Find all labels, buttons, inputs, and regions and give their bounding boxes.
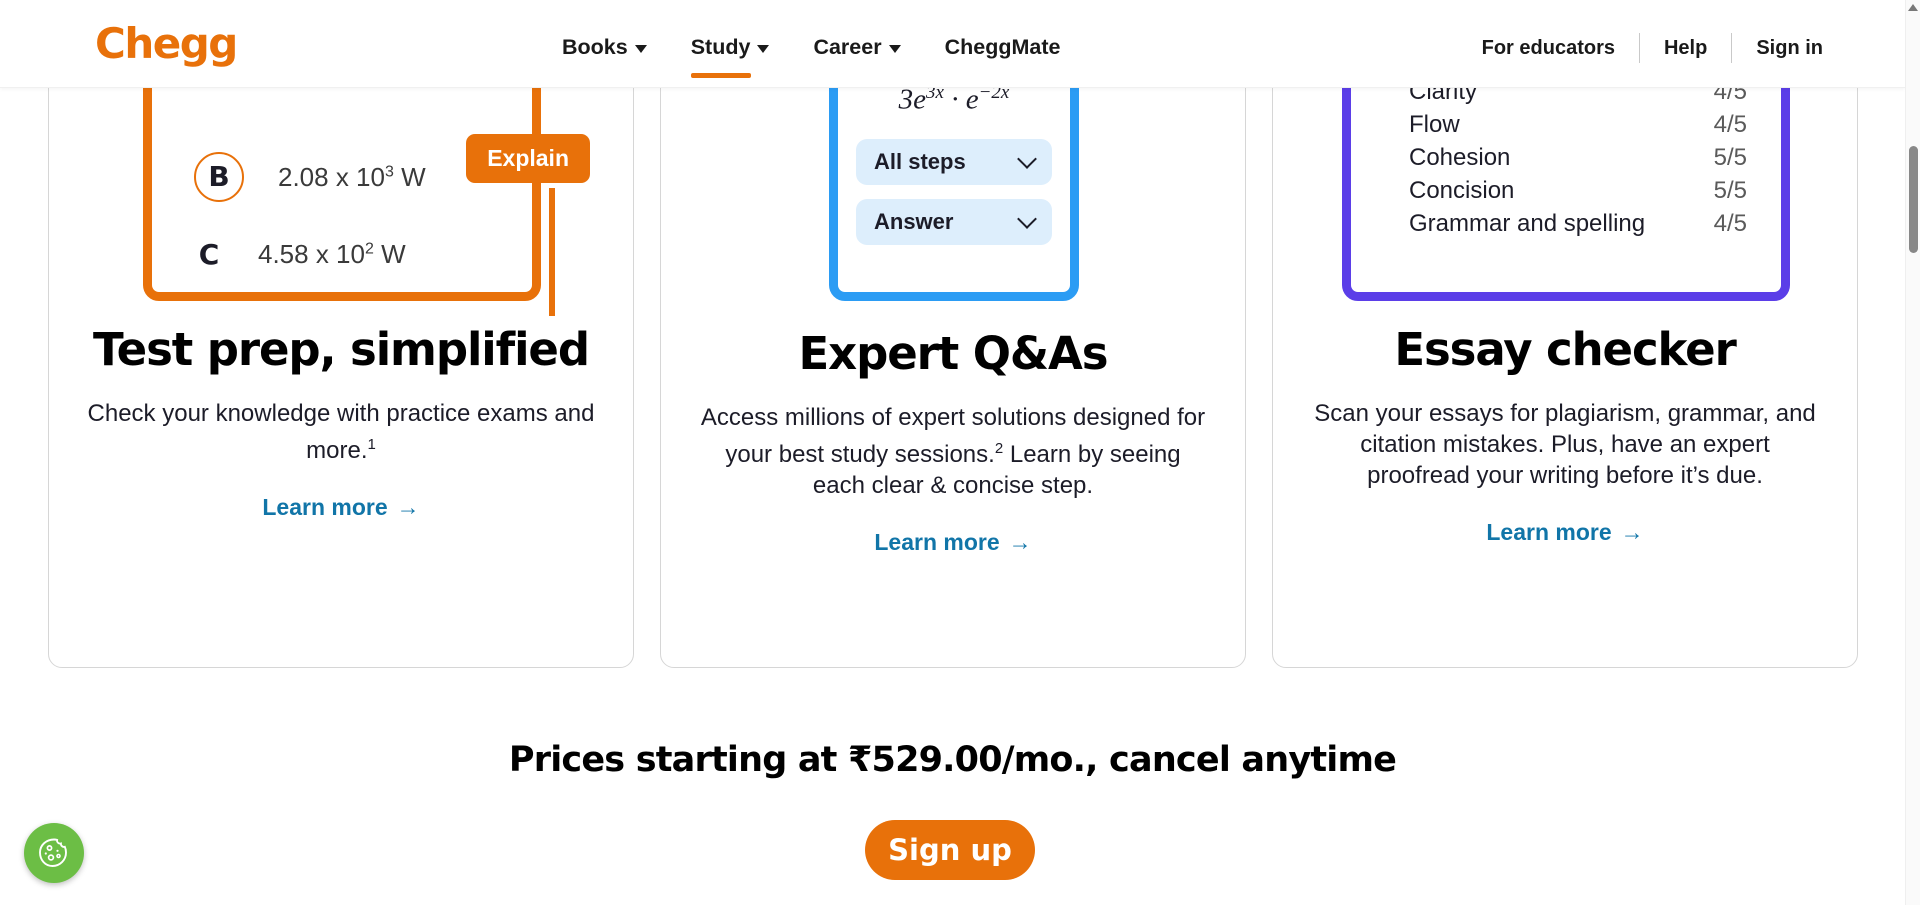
utility-navigation: For educators Help Sign in xyxy=(1458,33,1823,63)
feature-card-expert-qas[interactable]: 3e3x · e−2x All steps Answer Expert Q&As… xyxy=(660,0,1246,668)
math-solution-panel: 3e3x · e−2x All steps Answer xyxy=(829,51,1079,301)
rubric-label: Cohesion xyxy=(1409,144,1511,171)
nav-item-label: Study xyxy=(690,34,751,59)
cookie-preferences-button[interactable] xyxy=(24,823,84,883)
learn-more-link[interactable]: Learn more → xyxy=(262,494,419,521)
quiz-option-value: 4.58 x 102 W xyxy=(258,239,406,270)
site-header: Chegg Books Study Career CheggMate For e… xyxy=(0,0,1905,88)
formula-operator: · xyxy=(943,83,966,116)
quiz-option-c: C 4.58 x 102 W xyxy=(194,238,406,271)
all-steps-dropdown[interactable]: All steps xyxy=(856,138,1052,185)
quiz-answer-panel: B 2.08 x 103 W C 4.58 x 102 W Explain xyxy=(143,51,590,316)
arrow-right-icon: → xyxy=(1008,529,1032,555)
nav-item-label: Books xyxy=(562,34,628,59)
chevron-down-icon xyxy=(888,45,901,53)
card-title: Test prep, simplified xyxy=(93,323,590,376)
footnote-marker: 2 xyxy=(994,440,1004,457)
feature-card-essay-checker[interactable]: Clarity 4/5 Flow 4/5 Cohesion 5/5 Concis… xyxy=(1272,0,1858,668)
essay-rubric-panel: Clarity 4/5 Flow 4/5 Cohesion 5/5 Concis… xyxy=(1342,51,1790,301)
feature-card-test-prep[interactable]: B 2.08 x 103 W C 4.58 x 102 W Explain Te… xyxy=(48,0,634,668)
for-educators-link[interactable]: For educators xyxy=(1458,33,1639,63)
card-description: Scan your essays for plagiarism, grammar… xyxy=(1314,400,1816,489)
value-unit: W xyxy=(393,161,426,192)
rubric-label: Grammar and spelling xyxy=(1409,210,1646,237)
cookie-icon xyxy=(39,838,67,867)
dropdown-label: All steps xyxy=(874,148,966,174)
sign-up-button[interactable]: Sign up xyxy=(865,820,1035,880)
scroll-up-arrow-icon[interactable] xyxy=(1908,4,1918,11)
learn-more-label: Learn more xyxy=(1486,519,1612,545)
rubric-row: Cohesion 5/5 xyxy=(1409,144,1747,172)
help-link[interactable]: Help xyxy=(1640,33,1731,63)
nav-item-label: Career xyxy=(813,34,882,59)
nav-item-career[interactable]: Career xyxy=(791,30,922,64)
card-title: Essay checker xyxy=(1394,323,1736,376)
chevron-down-icon xyxy=(757,45,770,53)
rubric-score: 5/5 xyxy=(1713,177,1747,204)
explain-connector xyxy=(549,188,555,316)
card-description-text: Check your knowledge with practice exams… xyxy=(87,400,595,464)
sign-in-link[interactable]: Sign in xyxy=(1732,33,1823,63)
card-body: Test prep, simplified Check your knowled… xyxy=(49,324,633,521)
nav-item-cheggmate[interactable]: CheggMate xyxy=(923,30,1083,64)
dropdown-label: Answer xyxy=(874,208,954,234)
learn-more-label: Learn more xyxy=(262,494,388,520)
arrow-right-icon: → xyxy=(396,494,420,520)
value-mantissa: 4.58 x 10 xyxy=(258,239,365,269)
active-nav-indicator xyxy=(690,73,752,78)
explain-button[interactable]: Explain xyxy=(466,134,590,183)
card-body: Essay checker Scan your essays for plagi… xyxy=(1273,324,1857,546)
answer-dropdown[interactable]: Answer xyxy=(856,198,1052,245)
card-title: Expert Q&As xyxy=(798,327,1109,380)
quiz-option-letter: C xyxy=(198,238,220,271)
rubric-row: Flow 4/5 xyxy=(1409,111,1747,139)
learn-more-label: Learn more xyxy=(874,529,1000,555)
quiz-option-letter: B xyxy=(194,152,244,202)
value-mantissa: 2.08 x 10 xyxy=(278,161,385,192)
arrow-right-icon: → xyxy=(1620,519,1644,545)
value-unit: W xyxy=(373,239,406,269)
formula-base: e xyxy=(965,83,979,116)
value-exponent: 3 xyxy=(384,162,394,180)
rubric-score: 4/5 xyxy=(1713,111,1747,138)
rubric-label: Flow xyxy=(1409,111,1460,138)
chegg-logo[interactable]: Chegg xyxy=(95,21,238,67)
formula-base: 3e xyxy=(898,83,927,116)
chevron-down-icon xyxy=(634,45,647,53)
quiz-option-value: 2.08 x 103 W xyxy=(278,162,426,193)
value-exponent: 2 xyxy=(364,240,374,258)
card-body: Expert Q&As Access millions of expert so… xyxy=(661,328,1245,556)
rubric-row: Grammar and spelling 4/5 xyxy=(1409,210,1747,238)
nav-item-books[interactable]: Books xyxy=(540,30,669,64)
rubric-score: 4/5 xyxy=(1713,210,1747,237)
card-description: Access millions of expert solutions desi… xyxy=(699,402,1207,501)
page-viewport: Chegg Books Study Career CheggMate For e… xyxy=(0,0,1920,905)
chevron-down-icon xyxy=(1017,148,1037,169)
nav-item-study[interactable]: Study xyxy=(669,30,792,78)
rubric-label: Concision xyxy=(1409,177,1515,204)
rubric-score: 5/5 xyxy=(1713,144,1747,171)
pricing-note: Prices starting at ₹529.00/mo., cancel a… xyxy=(508,740,1397,780)
card-description: Check your knowledge with practice exams… xyxy=(87,398,595,466)
learn-more-link[interactable]: Learn more → xyxy=(1486,519,1643,546)
scrollbar-thumb[interactable] xyxy=(1909,146,1918,253)
page-scrollbar[interactable] xyxy=(1905,0,1920,905)
learn-more-link[interactable]: Learn more → xyxy=(874,529,1031,556)
chevron-down-icon xyxy=(1017,208,1037,229)
rubric-row: Concision 5/5 xyxy=(1409,177,1747,205)
footnote-marker: 1 xyxy=(367,436,376,453)
nav-item-label: CheggMate xyxy=(944,34,1061,59)
quiz-option-b: B 2.08 x 103 W xyxy=(194,152,426,202)
primary-navigation: Books Study Career CheggMate xyxy=(540,30,1083,78)
